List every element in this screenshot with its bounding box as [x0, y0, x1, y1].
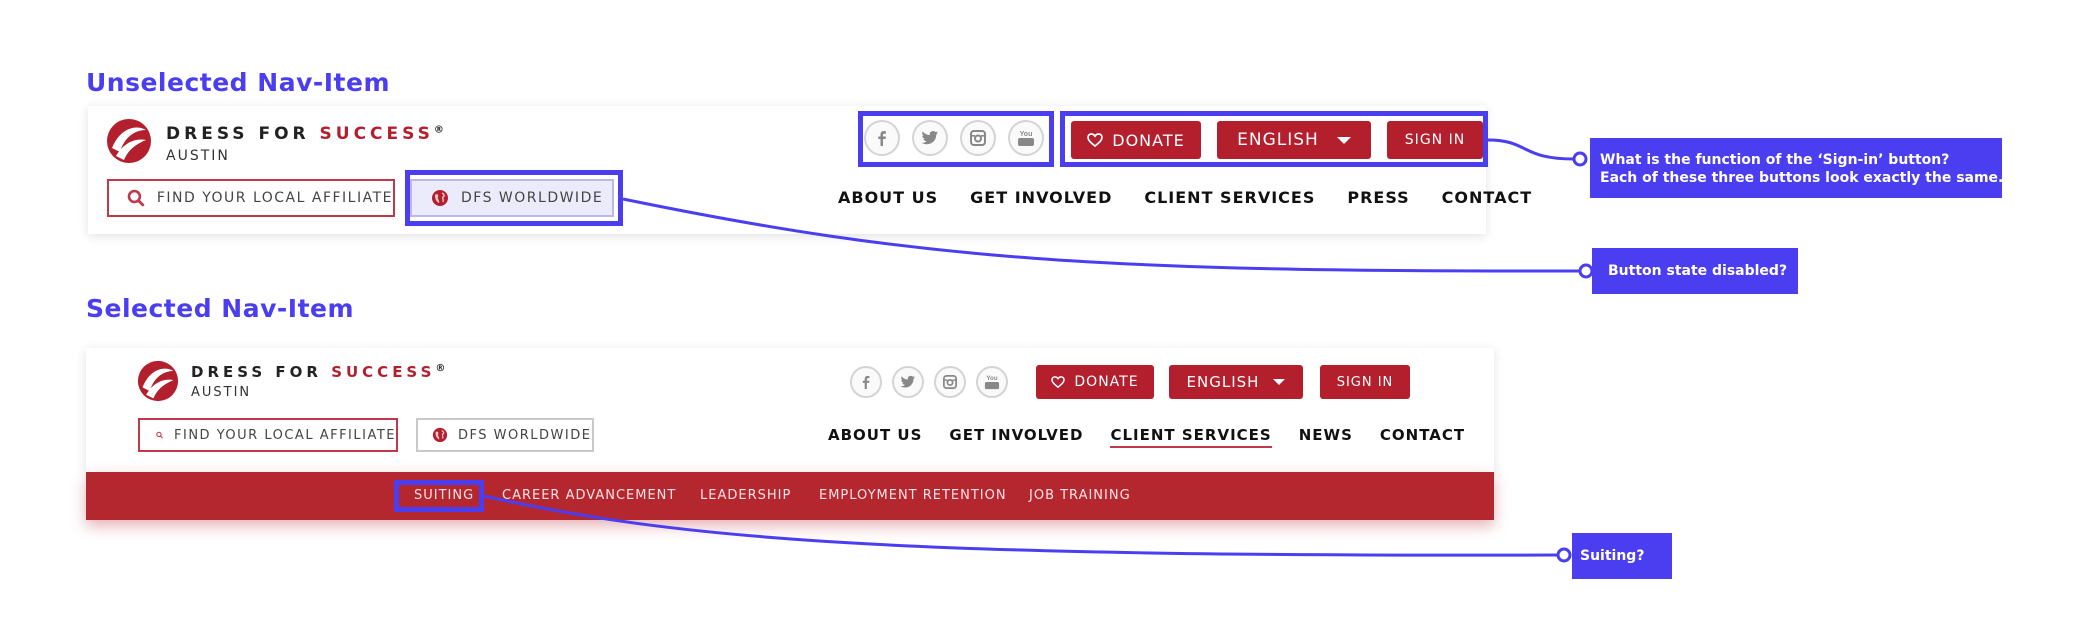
annotation-button-disabled: Button state disabled?	[1592, 248, 1798, 294]
connector-suiting	[483, 494, 1563, 557]
annotation-sign-in-function: What is the function of the ‘Sign-in’ bu…	[1590, 138, 2003, 198]
connector-sign-in	[1487, 138, 1579, 161]
annotation-suiting: Suiting?	[1572, 533, 1672, 579]
connector-worldwide	[622, 197, 1585, 273]
annotation-connectors	[483, 138, 1594, 563]
